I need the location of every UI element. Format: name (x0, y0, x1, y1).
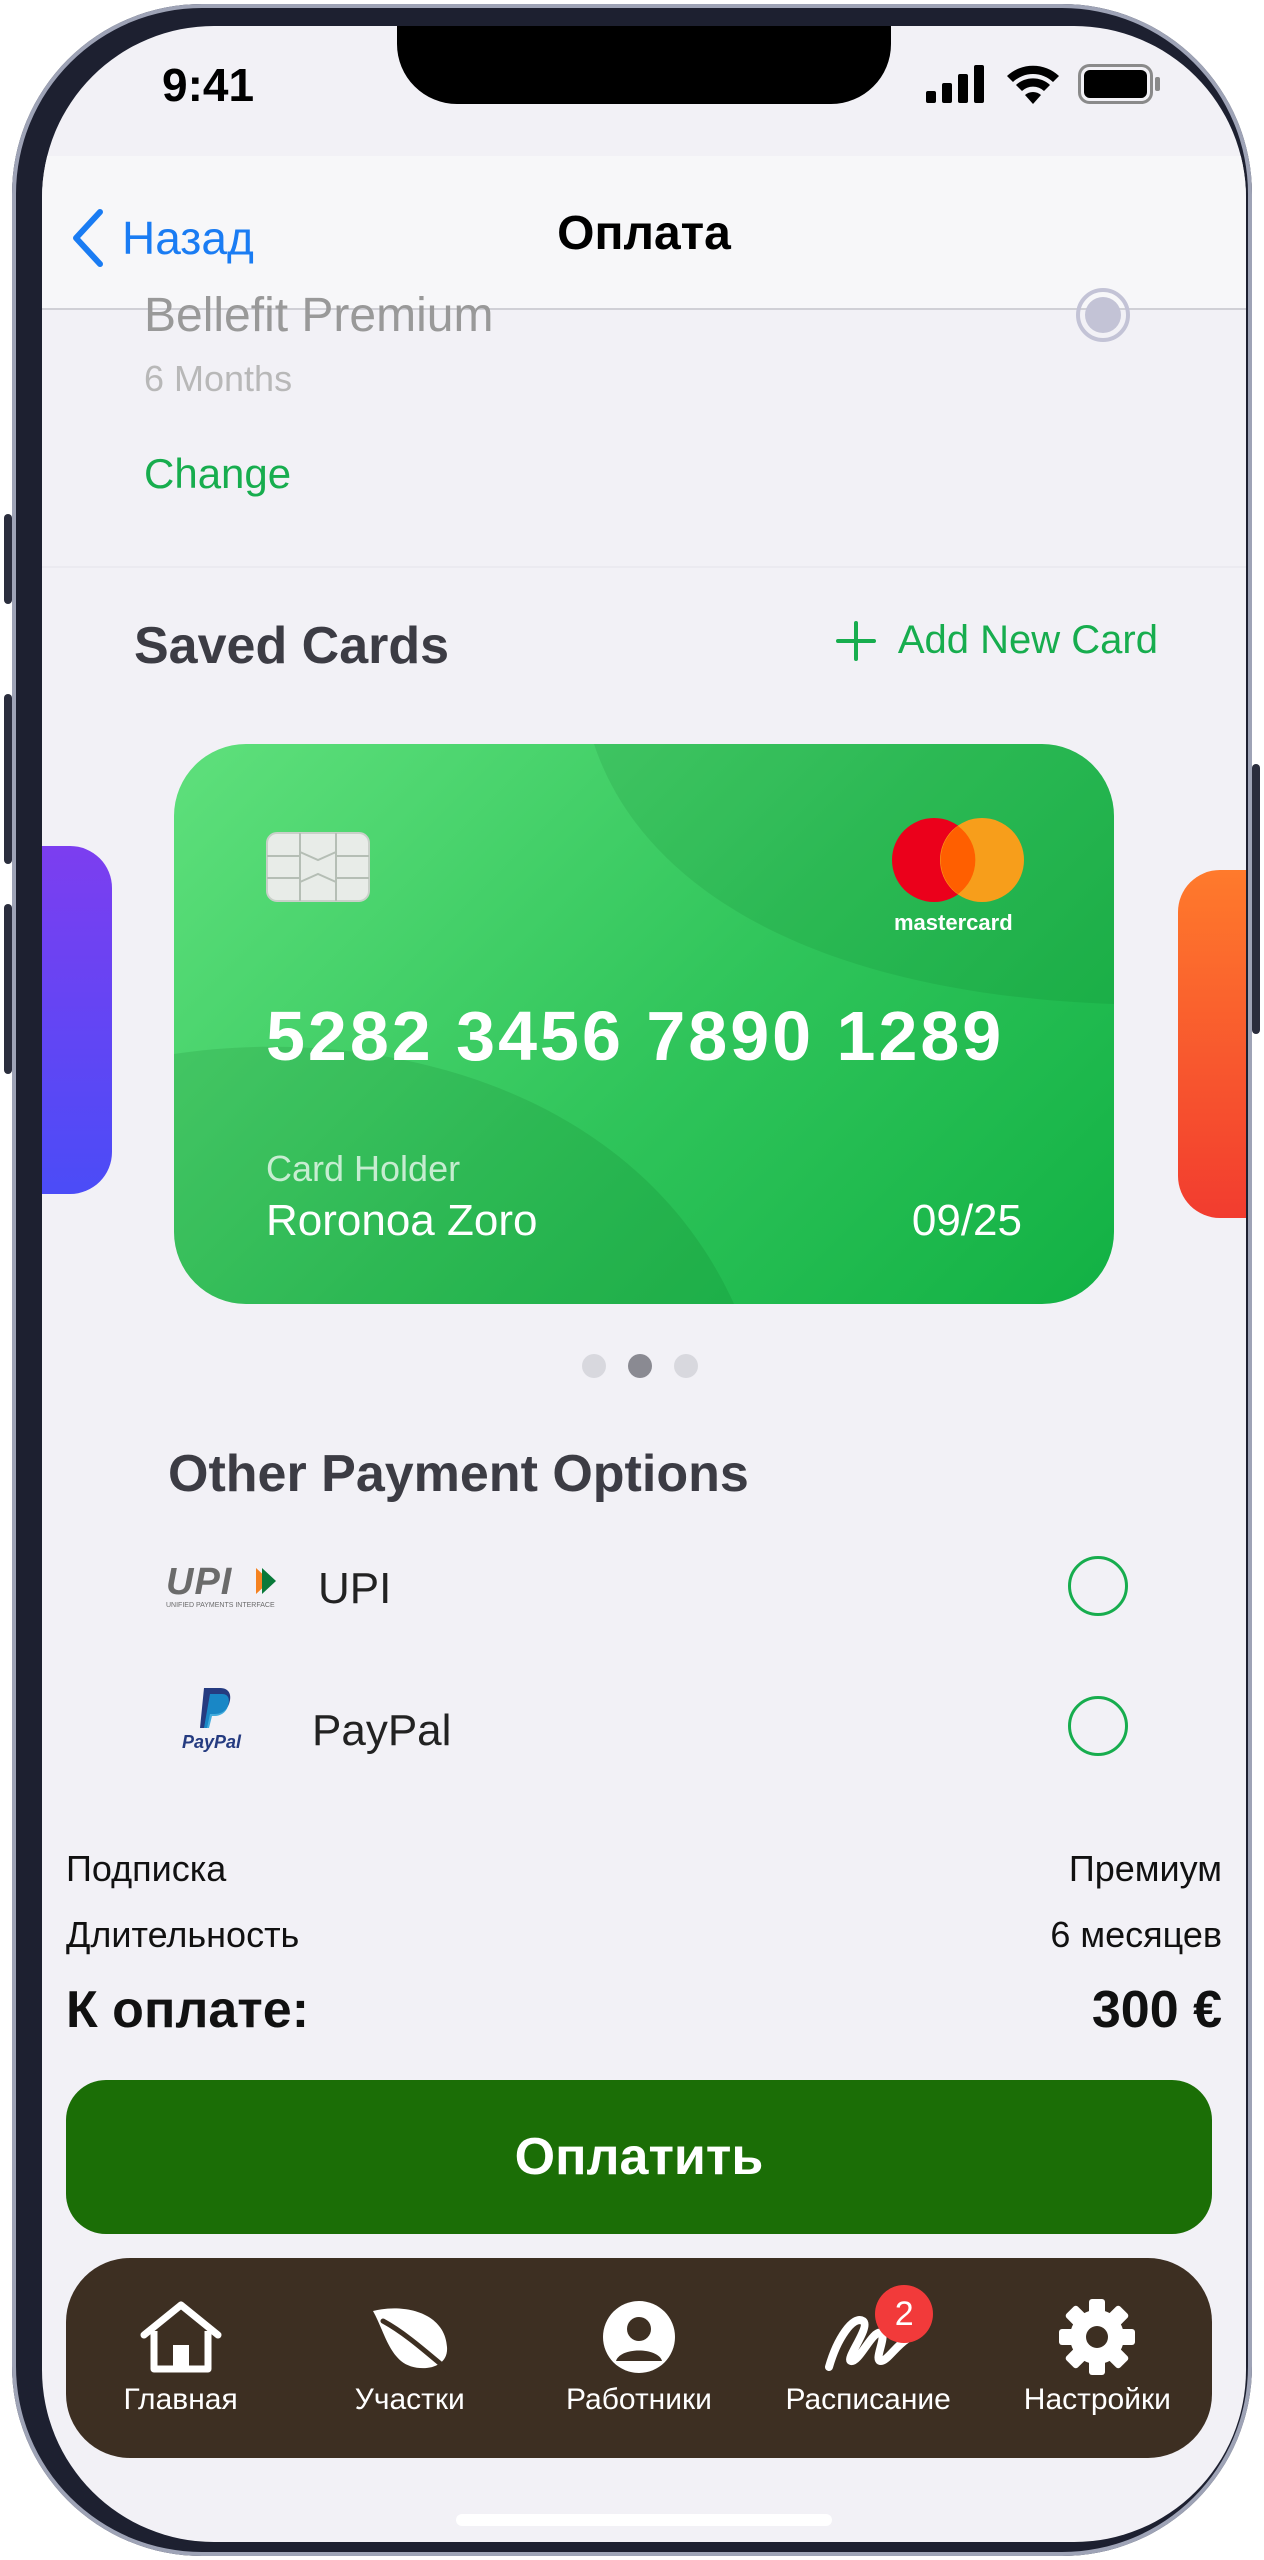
saved-cards-title: Saved Cards (134, 617, 450, 675)
volume-up-button (4, 694, 12, 864)
section-divider (42, 566, 1246, 568)
paypal-label: PayPal (312, 1706, 452, 1755)
leaf-icon (372, 2308, 452, 2374)
status-time: 9:41 (162, 59, 255, 111)
mastercard-logo-icon (892, 818, 1024, 902)
payment-option-paypal[interactable]: PayPal PayPal (42, 1672, 1246, 1782)
paypal-logo: PayPal (182, 1686, 252, 1756)
upi-logo-subtext: UNIFIED PAYMENTS INTERFACE (166, 1602, 275, 1609)
summary-total-row: К оплате: 300 € (66, 1980, 1222, 2040)
total-label: К оплате: (66, 1981, 310, 2039)
card-previous[interactable] (42, 846, 112, 1194)
battery-icon (1078, 64, 1160, 104)
card-page-indicator (582, 1354, 698, 1378)
card-next[interactable] (1178, 870, 1246, 1218)
subscription-label: Подписка (66, 1848, 227, 1889)
tab-plots[interactable]: Участки (305, 2299, 515, 2417)
tab-workers[interactable]: Работники (534, 2299, 744, 2417)
page-title: Оплата (557, 207, 731, 260)
card-current[interactable]: mastercard 5282 3456 7890 1289 Card Hold… (174, 744, 1114, 1304)
upi-arrow-icon (256, 1568, 276, 1594)
summary-duration-row: Длительность 6 месяцев (66, 1914, 1222, 1956)
tab-plots-label: Участки (354, 2383, 465, 2416)
power-button (1252, 764, 1260, 1034)
tab-home[interactable]: Главная (76, 2299, 286, 2417)
status-icons (926, 64, 1162, 104)
schedule-badge: 2 (875, 2285, 934, 2343)
gear-icon (1059, 2299, 1136, 2375)
page-dot-3[interactable] (674, 1354, 698, 1378)
tab-schedule[interactable]: Расписание 2 (763, 2285, 973, 2417)
subscription-value: Премиум (1068, 1848, 1222, 1889)
phone-frame: 9:41 Назад Оплата Bellefit Premium 6 Mon… (4, 4, 1260, 2556)
add-new-card-button[interactable]: Add New Card (835, 618, 1158, 663)
duration-label: Длительность (66, 1914, 300, 1955)
tab-workers-label: Работники (566, 2383, 712, 2416)
wifi-icon (1007, 65, 1059, 104)
plan-duration: 6 Months (144, 358, 293, 399)
page-dot-2[interactable] (628, 1354, 652, 1378)
tab-settings[interactable]: Настройки (992, 2299, 1202, 2417)
home-indicator (456, 2514, 832, 2526)
upi-logo: UPI UNIFIED PAYMENTS INTERFACE (166, 1562, 282, 1614)
other-payment-title: Other Payment Options (168, 1445, 749, 1503)
plan-name: Bellefit Premium (144, 289, 494, 342)
summary-subscription-row: Подписка Премиум (66, 1848, 1222, 1890)
paypal-logo-text: PayPal (182, 1732, 242, 1752)
card-holder-name: Roronoa Zoro (266, 1196, 538, 1245)
pay-button[interactable]: Оплатить (66, 2080, 1212, 2234)
notch (397, 26, 891, 104)
change-plan-link[interactable]: Change (144, 450, 291, 498)
signal-icon (926, 65, 984, 103)
duration-value: 6 месяцев (1050, 1914, 1222, 1955)
upi-radio[interactable] (1068, 1556, 1128, 1616)
card-holder-label: Card Holder (266, 1148, 461, 1189)
mute-switch (4, 514, 12, 604)
add-new-card-label: Add New Card (897, 618, 1158, 662)
tab-bar: Главная Участки Работники Расписание 2 Н… (66, 2258, 1212, 2458)
tab-schedule-label: Расписание (785, 2383, 951, 2416)
paypal-radio[interactable] (1068, 1696, 1128, 1756)
paypal-icon (200, 1688, 231, 1728)
card-brand: mastercard (894, 910, 1013, 935)
tab-home-label: Главная (123, 2383, 238, 2416)
plan-radio[interactable] (1076, 288, 1130, 342)
user-icon (602, 2301, 675, 2373)
volume-down-button (4, 904, 12, 1074)
plan-radio-dot (1085, 297, 1121, 333)
upi-label: UPI (318, 1564, 392, 1613)
payment-option-upi[interactable]: UPI UNIFIED PAYMENTS INTERFACE UPI (42, 1532, 1246, 1642)
navigation-bar: Назад Оплата (42, 156, 1246, 310)
tab-settings-label: Настройки (1023, 2383, 1171, 2416)
card-expiry: 09/25 (911, 1196, 1022, 1245)
card-number: 5282 3456 7890 1289 (266, 997, 1005, 1075)
screen: 9:41 Назад Оплата Bellefit Premium 6 Mon… (42, 26, 1246, 2542)
page-dot-1[interactable] (582, 1354, 606, 1378)
plus-icon (835, 620, 876, 661)
card-chip-icon (266, 832, 370, 902)
total-value: 300 € (1091, 1981, 1222, 2039)
home-icon (140, 2301, 222, 2373)
